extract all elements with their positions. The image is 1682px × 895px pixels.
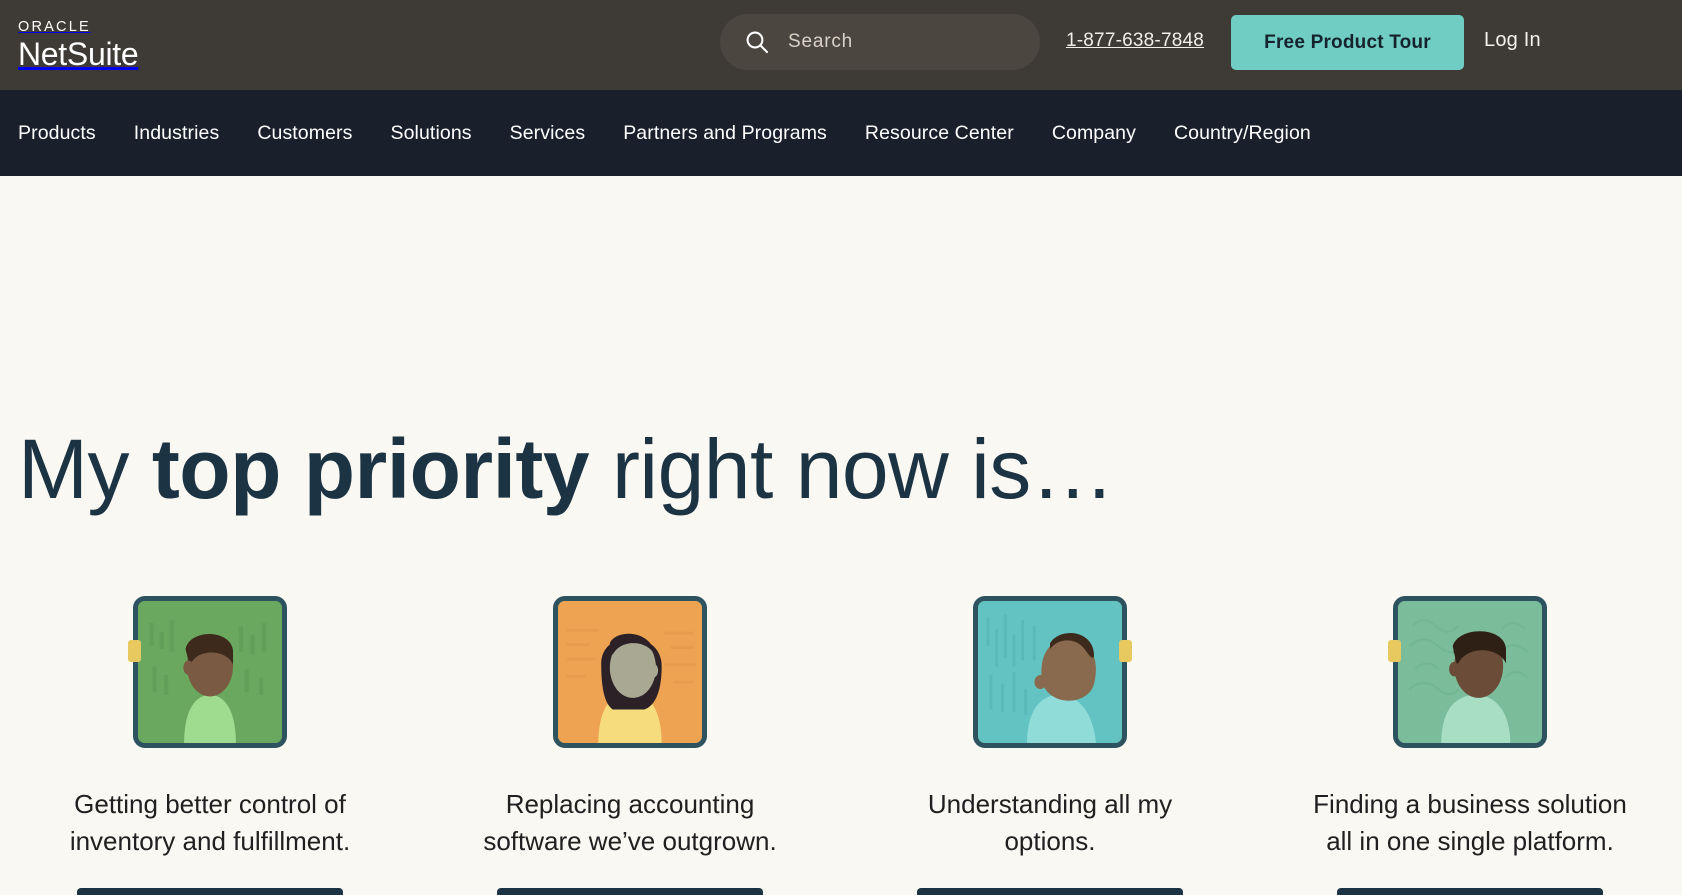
hero-section: My top priority right now is… Getting be… (0, 176, 1682, 895)
portrait-illustration (138, 601, 282, 743)
search-placeholder: Search (788, 31, 854, 52)
headline-emphasis: top priority (151, 422, 590, 516)
learn-more-button[interactable]: Learn more (917, 887, 1183, 895)
nav-item-services[interactable]: Services (510, 122, 586, 145)
headline-part-2: right now is… (589, 422, 1115, 516)
accent-tab-icon (128, 640, 141, 662)
card-caption: Getting better control of inventory and … (69, 789, 351, 856)
portrait-frame (553, 596, 707, 748)
priority-card: Replacing accounting software we’ve outg… (420, 596, 840, 895)
page-title: My top priority right now is… (18, 421, 1115, 518)
accent-tab-icon (1388, 640, 1401, 662)
nav-item-products[interactable]: Products (18, 122, 96, 145)
oracle-wordmark: ORACLE (18, 19, 91, 36)
learn-more-button[interactable]: Learn more (497, 887, 763, 895)
portrait-frame (973, 596, 1132, 748)
card-caption: Replacing accounting software we’ve outg… (483, 789, 777, 856)
site-header: ORACLE NetSuite Search 1-877-638-7848 Fr… (0, 0, 1682, 90)
log-in-link[interactable]: Log In (1484, 29, 1541, 52)
portrait-illustration (1398, 601, 1542, 743)
portrait-accountant (553, 596, 707, 748)
main-navigation: Products Industries Customers Solutions … (0, 90, 1682, 176)
learn-more-button[interactable]: Learn more (77, 887, 343, 895)
portrait-inventory-manager (133, 596, 287, 748)
nav-item-company[interactable]: Company (1052, 122, 1136, 145)
learn-more-button[interactable]: Learn more (1337, 887, 1603, 895)
portrait-illustration (558, 601, 702, 743)
portrait-illustration (978, 601, 1122, 743)
oracle-netsuite-logo[interactable]: ORACLE NetSuite (18, 19, 139, 72)
priority-card: Getting better control of inventory and … (0, 596, 420, 895)
nav-item-partners-and-programs[interactable]: Partners and Programs (623, 122, 827, 145)
nav-item-customers[interactable]: Customers (257, 122, 352, 145)
priority-card: Understanding all my options. Learn more (840, 596, 1260, 895)
priority-card-row: Getting better control of inventory and … (0, 596, 1682, 895)
free-product-tour-button[interactable]: Free Product Tour (1231, 15, 1464, 70)
priority-card: Finding a business solution all in one s… (1260, 596, 1680, 895)
card-caption: Finding a business solution all in one s… (1313, 789, 1627, 856)
netsuite-wordmark: NetSuite (18, 35, 139, 72)
nav-item-industries[interactable]: Industries (134, 122, 220, 145)
portrait-frame (1388, 596, 1547, 748)
accent-tab-icon (1119, 640, 1132, 662)
search-input[interactable]: Search (720, 14, 1040, 70)
search-icon (746, 31, 769, 54)
phone-number-link[interactable]: 1-877-638-7848 (1066, 30, 1204, 52)
headline-part-1: My (18, 422, 152, 516)
nav-item-solutions[interactable]: Solutions (391, 122, 472, 145)
portrait-researcher (973, 596, 1127, 748)
card-caption: Understanding all my options. (927, 789, 1173, 856)
portrait-frame (128, 596, 287, 748)
nav-item-resource-center[interactable]: Resource Center (865, 122, 1014, 145)
nav-item-country-region[interactable]: Country/Region (1174, 122, 1311, 145)
portrait-business-owner (1393, 596, 1547, 748)
